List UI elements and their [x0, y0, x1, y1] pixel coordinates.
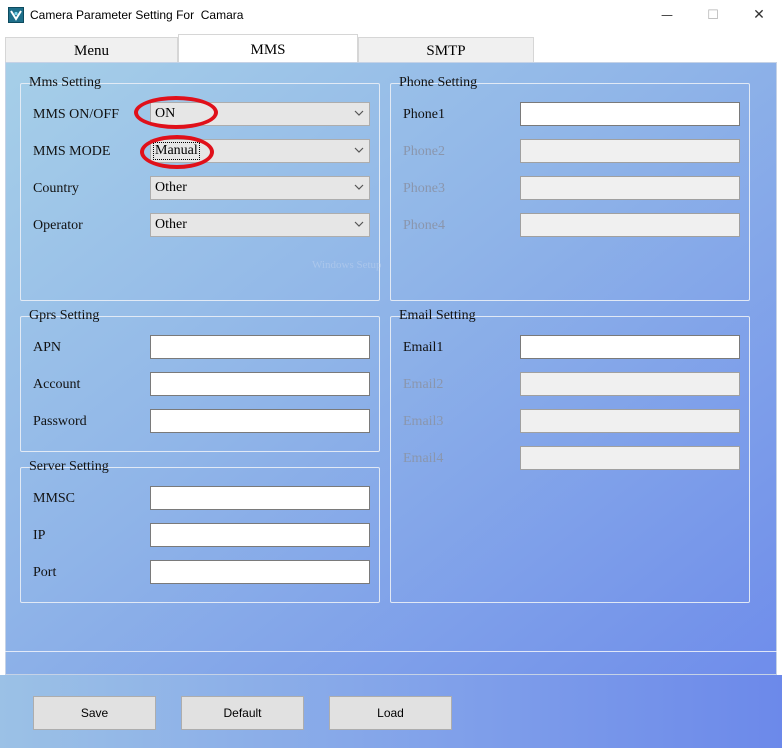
port-input[interactable] [150, 560, 370, 584]
mms-mode-select[interactable]: Manual [150, 139, 370, 163]
load-button[interactable]: Load [329, 696, 452, 730]
ip-input[interactable] [150, 523, 370, 547]
window-title: Camera Parameter Setting For Camara [30, 8, 244, 22]
email4-input[interactable] [520, 446, 740, 470]
load-button-label: Load [377, 706, 404, 720]
tab-smtp[interactable]: SMTP [358, 37, 534, 65]
gprs-setting-title: Gprs Setting [29, 308, 100, 323]
email3-label: Email3 [403, 414, 444, 429]
server-setting-title: Server Setting [29, 459, 109, 474]
ip-label: IP [33, 528, 46, 543]
chevron-down-icon [354, 110, 364, 116]
minimize-button[interactable]: — [644, 0, 690, 30]
mmsc-input[interactable] [150, 486, 370, 510]
save-button[interactable]: Save [33, 696, 156, 730]
phone3-input[interactable] [520, 176, 740, 200]
phone3-label: Phone3 [403, 181, 445, 196]
mms-onoff-value: ON [155, 106, 176, 121]
apn-label: APN [33, 340, 62, 355]
tab-menu-label: Menu [74, 43, 109, 59]
chevron-down-icon [354, 221, 364, 227]
email1-input[interactable] [520, 335, 740, 359]
phone4-label: Phone4 [403, 218, 445, 233]
phone2-label: Phone2 [403, 144, 445, 159]
tab-smtp-label: SMTP [426, 43, 466, 59]
apn-input[interactable] [150, 335, 370, 359]
email-setting-title: Email Setting [399, 308, 476, 323]
close-icon: ✕ [753, 7, 765, 23]
separator-line [5, 651, 777, 652]
phone1-input[interactable] [520, 102, 740, 126]
operator-label: Operator [33, 218, 83, 233]
country-value: Other [155, 180, 187, 195]
tab-mms-label: MMS [250, 41, 286, 58]
mms-mode-label: MMS MODE [33, 144, 111, 159]
default-button[interactable]: Default [181, 696, 304, 730]
password-input[interactable] [150, 409, 370, 433]
email3-input[interactable] [520, 409, 740, 433]
country-select[interactable]: Other [150, 176, 370, 200]
mms-mode-value: Manual [153, 142, 200, 160]
mms-setting-title: Mms Setting [29, 75, 101, 90]
mms-onoff-select[interactable]: ON [150, 102, 370, 126]
mms-onoff-label: MMS ON/OFF [33, 107, 119, 122]
phone-setting-title: Phone Setting [399, 75, 478, 90]
email2-label: Email2 [403, 377, 444, 392]
camera-app-icon [8, 7, 24, 23]
operator-value: Other [155, 217, 187, 232]
tab-strip: Menu MMS SMTP [0, 32, 782, 65]
email4-label: Email4 [403, 451, 444, 466]
phone2-input[interactable] [520, 139, 740, 163]
save-button-label: Save [80, 706, 109, 720]
port-label: Port [33, 565, 57, 580]
watermark-text: Windows Setup [312, 259, 382, 271]
minimize-icon: — [661, 8, 673, 22]
tab-mms[interactable]: MMS [178, 34, 358, 65]
email1-label: Email1 [403, 340, 444, 355]
mmsc-label: MMSC [33, 491, 76, 506]
operator-select[interactable]: Other [150, 213, 370, 237]
password-label: Password [33, 414, 87, 429]
maximize-icon: ☐ [707, 7, 719, 23]
account-input[interactable] [150, 372, 370, 396]
chevron-down-icon [354, 184, 364, 190]
tab-menu[interactable]: Menu [5, 37, 178, 65]
title-bar: Camera Parameter Setting For Camara — ☐ … [0, 0, 782, 32]
phone4-input[interactable] [520, 213, 740, 237]
phone1-label: Phone1 [403, 107, 445, 122]
country-label: Country [33, 181, 79, 196]
close-button[interactable]: ✕ [736, 0, 782, 30]
chevron-down-icon [354, 147, 364, 153]
account-label: Account [33, 377, 81, 392]
email2-input[interactable] [520, 372, 740, 396]
maximize-button[interactable]: ☐ [690, 0, 736, 30]
default-button-label: Default [223, 706, 262, 720]
